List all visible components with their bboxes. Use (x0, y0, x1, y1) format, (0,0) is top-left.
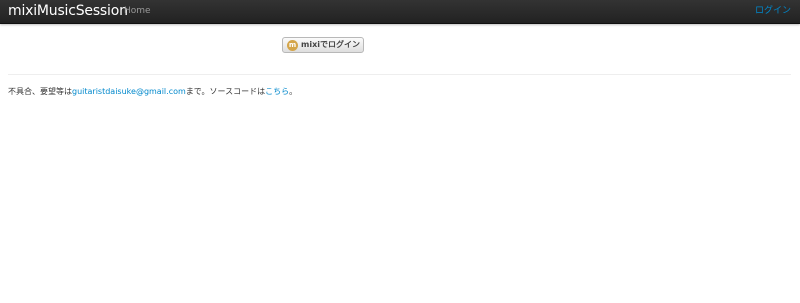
contact-email-link[interactable]: guitaristdaisuke@gmail.com (72, 87, 186, 96)
divider (8, 74, 791, 75)
navbar: mixiMusicSession Home ログイン (0, 0, 800, 24)
footer-notice: 不具合、要望等はguitaristdaisuke@gmail.comまで。ソース… (8, 87, 297, 97)
footer-middle: まで。ソースコードは (185, 87, 266, 96)
mixi-login-label: mixiでログイン (301, 40, 360, 49)
footer-prefix: 不具合、要望等は (8, 87, 72, 96)
nav-home-link[interactable]: Home (124, 5, 151, 17)
source-code-link[interactable]: こちら (265, 87, 289, 96)
brand-link[interactable]: mixiMusicSession (8, 2, 128, 20)
mixi-login-button[interactable]: m mixiでログイン (282, 37, 364, 53)
mixi-logo-icon: m (287, 39, 298, 51)
footer-suffix: 。 (289, 87, 298, 96)
login-link[interactable]: ログイン (755, 5, 791, 17)
